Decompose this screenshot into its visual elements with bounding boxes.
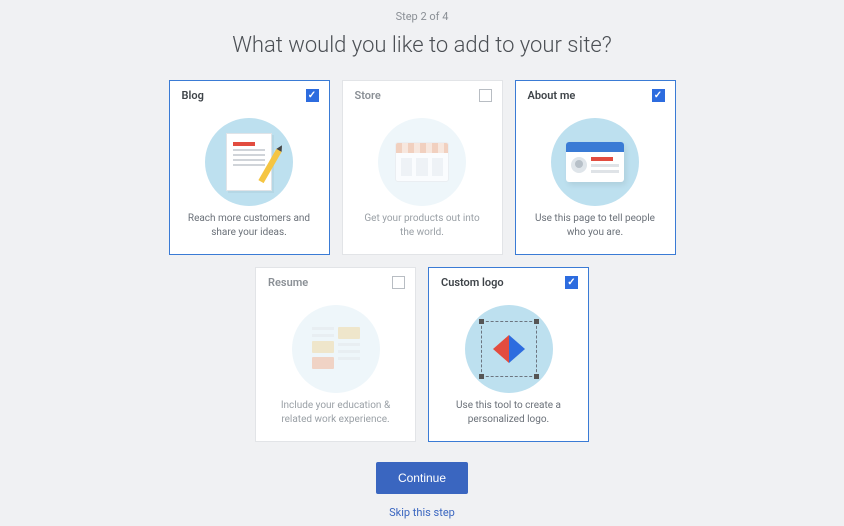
step-indicator: Step 2 of 4: [396, 10, 449, 23]
card-desc: Reach more customers and share your idea…: [170, 212, 329, 254]
about-illustration: [516, 108, 675, 212]
card-desc: Include your education & related work ex…: [256, 399, 415, 441]
page-title: What would you like to add to your site?: [232, 33, 612, 58]
card-title: Resume: [268, 276, 308, 289]
checkbox-icon[interactable]: [479, 89, 492, 102]
card-resume[interactable]: Resume Include your education & related …: [255, 267, 416, 442]
logo-illustration: [429, 295, 588, 399]
resume-illustration: [256, 295, 415, 399]
continue-button[interactable]: Continue: [376, 462, 468, 494]
card-custom-logo[interactable]: Custom logo Use this tool to create a pe…: [428, 267, 589, 442]
checkbox-icon[interactable]: [652, 89, 665, 102]
card-about-me[interactable]: About me Use this page to tell people wh…: [515, 80, 676, 255]
card-title: Custom logo: [441, 276, 504, 289]
card-store[interactable]: Store Get your products out into the wor…: [342, 80, 503, 255]
card-desc: Use this tool to create a personalized l…: [429, 399, 588, 441]
checkbox-icon[interactable]: [392, 276, 405, 289]
checkbox-icon[interactable]: [565, 276, 578, 289]
skip-link[interactable]: Skip this step: [389, 506, 455, 519]
checkbox-icon[interactable]: [306, 89, 319, 102]
option-grid: Blog Reach more customers and share your…: [142, 80, 702, 442]
card-title: Store: [355, 89, 381, 102]
card-title: Blog: [182, 89, 204, 102]
card-desc: Get your products out into the world.: [343, 212, 502, 254]
card-desc: Use this page to tell people who you are…: [516, 212, 675, 254]
card-blog[interactable]: Blog Reach more customers and share your…: [169, 80, 330, 255]
store-illustration: [343, 108, 502, 212]
card-title: About me: [528, 89, 576, 102]
blog-illustration: [170, 108, 329, 212]
